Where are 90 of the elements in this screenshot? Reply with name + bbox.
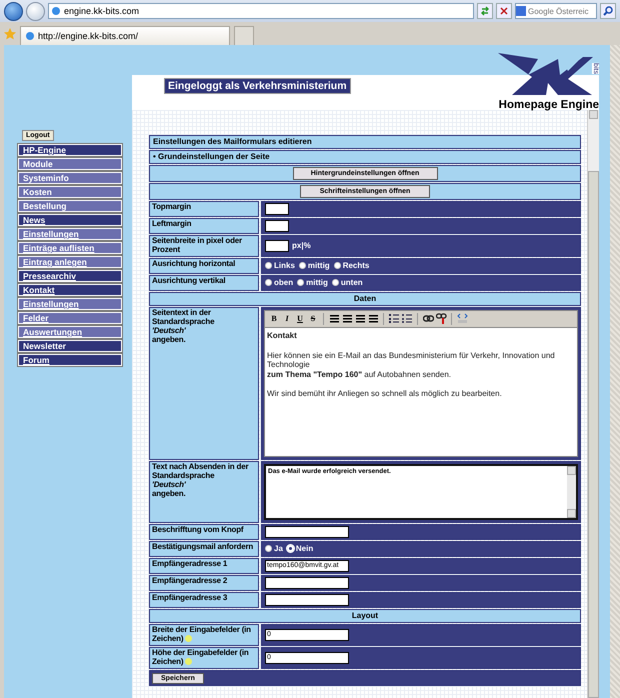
field-label: Text nach Absenden in der Standardsprache 'Deutsch' angeben. xyxy=(149,460,259,523)
field-label: Breite der Eingabefelder (in Zeichen) xyxy=(149,624,259,646)
radio-label: oben xyxy=(274,278,294,288)
refresh-button[interactable] xyxy=(477,3,493,19)
radio-button[interactable] xyxy=(297,279,304,286)
forward-button[interactable] xyxy=(26,2,45,20)
html-source-icon[interactable] xyxy=(456,312,468,325)
input-field[interactable] xyxy=(265,220,289,232)
address-bar[interactable]: engine.kk-bits.com xyxy=(48,3,474,19)
back-button[interactable] xyxy=(4,2,23,20)
radio-button[interactable] xyxy=(265,262,272,270)
field-label: Seitenbreite in pixel oder Prozent xyxy=(149,235,259,257)
editor-text: Kontakt Hier können sie ein E-Mail an das Bundesministerium für Verkehr, Innovation und Technologie zum Thema "Tempo 160" auf Autobahnen senden. Wir sind bemüht ihr Anliegen so schnell als möglich zu bearbeiten. xyxy=(266,330,556,400)
radio-label: mittig xyxy=(306,278,328,288)
input-field[interactable] xyxy=(265,526,349,538)
bullet-list-icon[interactable] xyxy=(401,312,413,325)
unlink-icon[interactable] xyxy=(435,312,447,325)
field-label: Empfängeradresse 1 xyxy=(149,558,259,574)
logo-title: Homepage Engine xyxy=(498,99,599,111)
format-button[interactable]: B xyxy=(268,312,280,325)
refresh-icon[interactable] xyxy=(480,6,490,16)
page-icon xyxy=(51,6,61,16)
url-text: engine.kk-bits.com xyxy=(64,6,140,16)
radio-label: Nein xyxy=(296,544,314,554)
format-button[interactable]: U xyxy=(294,312,306,325)
nav-item[interactable]: Eintrag anlegen xyxy=(18,256,122,268)
align-icon[interactable] xyxy=(341,312,353,325)
search-icon[interactable] xyxy=(603,6,613,16)
radio-label: Ja xyxy=(274,544,283,554)
field-label: Höhe der Eingabefelder (in Zeichen) xyxy=(149,646,259,669)
align-icon[interactable] xyxy=(328,312,340,325)
nav-item[interactable]: Einträge auflisten xyxy=(18,242,122,254)
field-label: Seitentext in der Standardsprache 'Deutsch' angeben. xyxy=(149,306,259,460)
favorites-star-icon[interactable] xyxy=(4,28,16,40)
field-label: Empfängeradresse 2 xyxy=(149,574,259,591)
section-title: Layout xyxy=(149,608,581,623)
format-button[interactable]: I xyxy=(281,312,293,325)
field-label: Topmargin xyxy=(149,201,259,217)
radio-button[interactable] xyxy=(265,279,272,286)
radio-label: Links xyxy=(274,261,295,270)
align-icon[interactable] xyxy=(354,312,366,325)
nav-item[interactable]: Pressearchiv xyxy=(18,270,122,282)
input-field[interactable] xyxy=(265,203,289,215)
search-button[interactable] xyxy=(600,3,616,19)
radio-button[interactable] xyxy=(334,262,341,270)
nav-item[interactable]: Felder xyxy=(18,312,122,324)
radio-label: unten xyxy=(340,278,363,288)
field-label: Ausrichtung horizontal xyxy=(149,258,259,274)
scrollbar[interactable] xyxy=(567,466,576,518)
radio-label: mittig xyxy=(308,261,330,270)
radio-label: Rechts xyxy=(342,261,370,270)
field-label: Ausrichtung vertikal xyxy=(149,274,259,291)
input-field[interactable] xyxy=(265,576,349,589)
field-label: Leftmargin xyxy=(149,218,259,234)
close-icon[interactable] xyxy=(500,7,508,15)
nav-item[interactable]: Bestellung xyxy=(18,200,122,212)
nav-item[interactable]: Einstellungen xyxy=(18,228,122,240)
field-label: Bestätigungsmail anfordern xyxy=(149,540,259,557)
radio-button[interactable] xyxy=(265,545,272,552)
browser-tab[interactable]: http://engine.kk-bits.com/ xyxy=(20,26,230,45)
format-button[interactable]: S xyxy=(307,312,319,325)
nav-item[interactable]: HP-Engine xyxy=(18,144,122,156)
login-status: Eingeloggt als Verkehrsministerium xyxy=(164,78,351,94)
section-header: • Grundeinstellungen der Seite xyxy=(149,150,581,164)
unit-label: px|% xyxy=(292,241,311,250)
nav-item[interactable]: Module xyxy=(18,158,122,170)
nav-item[interactable]: Systeminfo xyxy=(18,172,122,184)
page-icon xyxy=(25,31,35,41)
search-provider-icon xyxy=(516,6,526,16)
radio-button[interactable] xyxy=(298,262,306,270)
stop-button[interactable] xyxy=(496,3,512,19)
align-icon[interactable] xyxy=(367,312,379,325)
field-label: Empfängeradresse 3 xyxy=(149,592,259,608)
field-label: Beschrifftung vom Knopf xyxy=(149,524,259,540)
nav-item[interactable]: Kosten xyxy=(18,186,122,198)
nav-item[interactable]: Einstellungen xyxy=(18,298,122,310)
nav-item[interactable]: News xyxy=(18,214,122,226)
numbered-list-icon[interactable] xyxy=(388,312,400,325)
section-title: Daten xyxy=(149,292,581,306)
input-field[interactable] xyxy=(265,594,349,606)
radio-button[interactable] xyxy=(332,279,339,286)
section-header: Einstellungen des Mailformulars editieren xyxy=(149,135,581,149)
scrollbar[interactable] xyxy=(587,110,599,698)
input-field[interactable] xyxy=(265,240,289,252)
nav-item[interactable]: Forum xyxy=(18,354,122,366)
nav-item[interactable]: Newsletter xyxy=(18,340,122,352)
search-field[interactable]: Google Österreic xyxy=(515,3,597,19)
nav-item[interactable]: Kontakt xyxy=(18,284,122,296)
nav-item[interactable]: Auswertungen xyxy=(18,326,122,338)
rich-text-editor[interactable] xyxy=(264,310,578,457)
